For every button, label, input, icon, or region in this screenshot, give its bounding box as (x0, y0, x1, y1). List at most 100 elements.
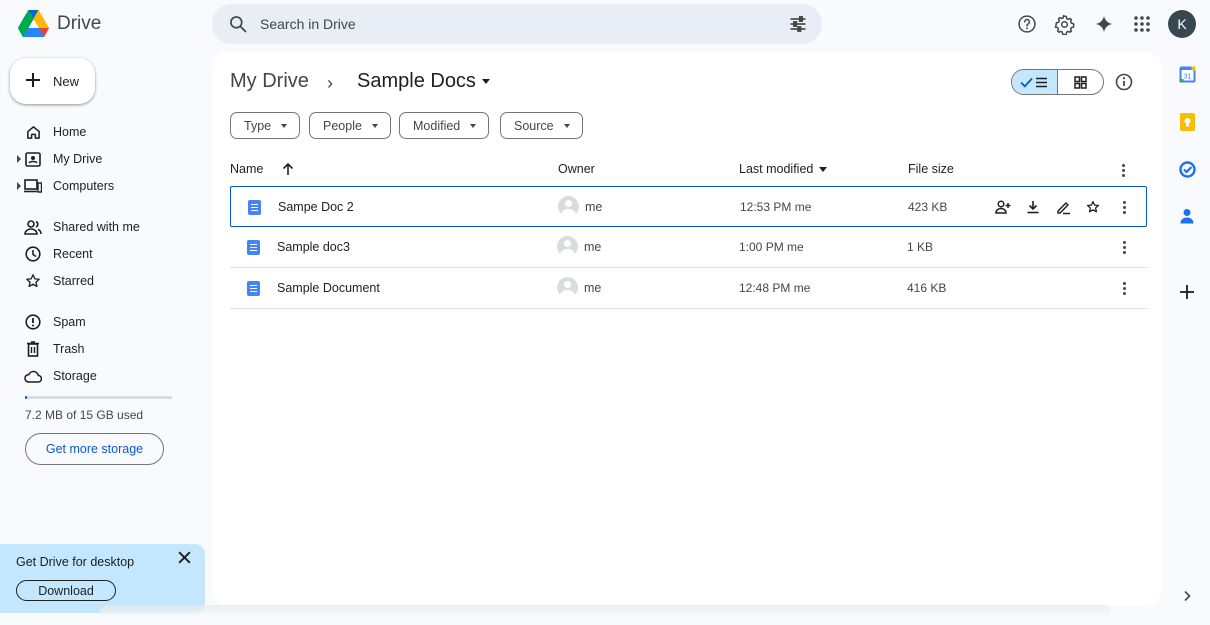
filter-label: People (323, 118, 362, 133)
search-input[interactable]: Search in Drive (260, 16, 356, 32)
app-name: Drive (57, 13, 102, 34)
list-icon (1036, 77, 1048, 87)
sidebar-item-label: Home (53, 125, 87, 139)
filter-type[interactable]: Type (230, 112, 301, 139)
apps-grid-icon[interactable] (1127, 9, 1157, 39)
sidebar-item-computers[interactable]: Computers (16, 173, 196, 199)
rename-icon[interactable] (1054, 198, 1072, 216)
home-icon (24, 123, 42, 141)
file-size: 1 KB (907, 240, 934, 254)
horizontal-scrollbar[interactable] (100, 605, 1110, 617)
sidebar-item-label: Shared with me (53, 220, 140, 234)
owner-avatar (557, 236, 578, 257)
gemini-sparkle-icon[interactable] (1089, 9, 1119, 39)
column-header-name[interactable]: Name (230, 162, 263, 176)
desktop-promo-card: Get Drive for desktop Download (0, 544, 205, 613)
last-modified: 1:00 PM me (739, 240, 804, 254)
calendar-icon[interactable]: 31 (1178, 65, 1196, 83)
owner-name: me (584, 240, 602, 254)
breadcrumb-my-drive[interactable]: My Drive (230, 70, 309, 93)
more-actions-icon[interactable] (1115, 198, 1133, 216)
download-button[interactable]: Download (16, 580, 116, 601)
table-row[interactable]: Sampe Doc 2 me 12:53 PM me 423 KB (230, 186, 1147, 227)
chevron-right-icon[interactable] (1178, 587, 1196, 605)
google-docs-icon (247, 281, 260, 296)
plus-icon (24, 71, 42, 89)
more-actions-icon[interactable] (1115, 279, 1133, 297)
sidebar-item-recent[interactable]: Recent (16, 241, 196, 267)
column-header-owner[interactable]: Owner (558, 162, 595, 176)
expand-caret-icon[interactable] (17, 155, 21, 163)
column-header-last-modified[interactable]: Last modified (739, 162, 828, 176)
help-icon[interactable] (1012, 9, 1042, 39)
file-size: 416 KB (907, 281, 947, 295)
shared-icon (24, 218, 42, 236)
get-more-storage-button[interactable]: Get more storage (25, 433, 164, 465)
more-actions-icon[interactable] (1115, 238, 1133, 256)
share-icon[interactable] (994, 198, 1012, 216)
expand-caret-icon[interactable] (17, 182, 21, 190)
table-row[interactable]: Sample doc3 me 1:00 PM me 1 KB (230, 227, 1147, 268)
view-toggle[interactable] (1011, 69, 1104, 95)
clock-icon (24, 245, 42, 263)
sidebar-item-spam[interactable]: Spam (16, 309, 196, 335)
sidebar-item-starred[interactable]: Starred (16, 268, 196, 294)
dropdown-arrow-icon (563, 123, 570, 128)
breadcrumb-current-folder[interactable]: Sample Docs (357, 70, 490, 93)
account-avatar[interactable]: K (1168, 10, 1196, 38)
dropdown-arrow-icon (470, 123, 477, 128)
last-modified: 12:53 PM me (740, 200, 812, 214)
google-docs-icon (248, 200, 261, 215)
sidebar-item-label: Recent (53, 247, 93, 261)
add-addon-icon[interactable] (1178, 283, 1196, 301)
file-name: Sampe Doc 2 (278, 200, 354, 214)
star-icon (24, 272, 42, 290)
more-options-icon[interactable] (1122, 164, 1125, 177)
sort-ascending-icon[interactable] (281, 162, 295, 176)
drive-logo[interactable]: Drive (18, 9, 108, 39)
sidebar-item-label: Spam (53, 315, 86, 329)
filter-people[interactable]: People (309, 112, 391, 139)
owner-avatar (557, 277, 578, 298)
trash-icon (24, 340, 42, 358)
settings-icon[interactable] (1049, 9, 1079, 39)
grid-icon (1074, 75, 1087, 89)
sidebar-item-shared-with-me[interactable]: Shared with me (16, 214, 196, 240)
search-icon[interactable] (228, 14, 248, 34)
sidebar-item-trash[interactable]: Trash (16, 336, 196, 362)
filter-source[interactable]: Source (500, 112, 583, 139)
sidebar-item-storage[interactable]: Storage (16, 363, 196, 389)
info-icon[interactable] (1114, 72, 1134, 92)
sidebar-item-label: My Drive (53, 152, 103, 166)
download-icon[interactable] (1024, 198, 1042, 216)
drive-logo-icon (18, 10, 49, 37)
cloud-icon (24, 367, 42, 385)
storage-usage-fill (25, 396, 28, 399)
list-view-button[interactable] (1012, 70, 1058, 94)
computers-icon (24, 177, 42, 195)
filter-modified[interactable]: Modified (399, 112, 490, 139)
sidebar-item-home[interactable]: Home (16, 119, 196, 145)
my-drive-icon (24, 150, 42, 168)
promo-title: Get Drive for desktop (16, 555, 135, 569)
star-icon[interactable] (1084, 198, 1102, 216)
sidebar-item-my-drive[interactable]: My Drive (16, 146, 196, 172)
tasks-icon[interactable] (1178, 160, 1196, 178)
column-header-file-size[interactable]: File size (908, 162, 954, 176)
file-size: 423 KB (908, 200, 948, 214)
svg-text:31: 31 (1183, 73, 1191, 80)
owner-name: me (584, 281, 602, 295)
last-modified: 12:48 PM me (739, 281, 811, 295)
spam-icon (24, 313, 42, 331)
owner-avatar (558, 196, 579, 217)
table-row[interactable]: Sample Document me 12:48 PM me 416 KB (230, 268, 1147, 309)
new-button[interactable]: New (10, 58, 95, 104)
search-options-icon[interactable] (788, 14, 808, 34)
contacts-icon[interactable] (1178, 207, 1196, 225)
keep-icon[interactable] (1178, 113, 1196, 131)
sidebar-item-label: Storage (53, 369, 97, 383)
close-icon[interactable] (177, 550, 192, 565)
sidebar-item-label: Computers (53, 179, 115, 193)
search-bar[interactable]: Search in Drive (212, 4, 822, 44)
grid-view-button[interactable] (1058, 70, 1104, 94)
